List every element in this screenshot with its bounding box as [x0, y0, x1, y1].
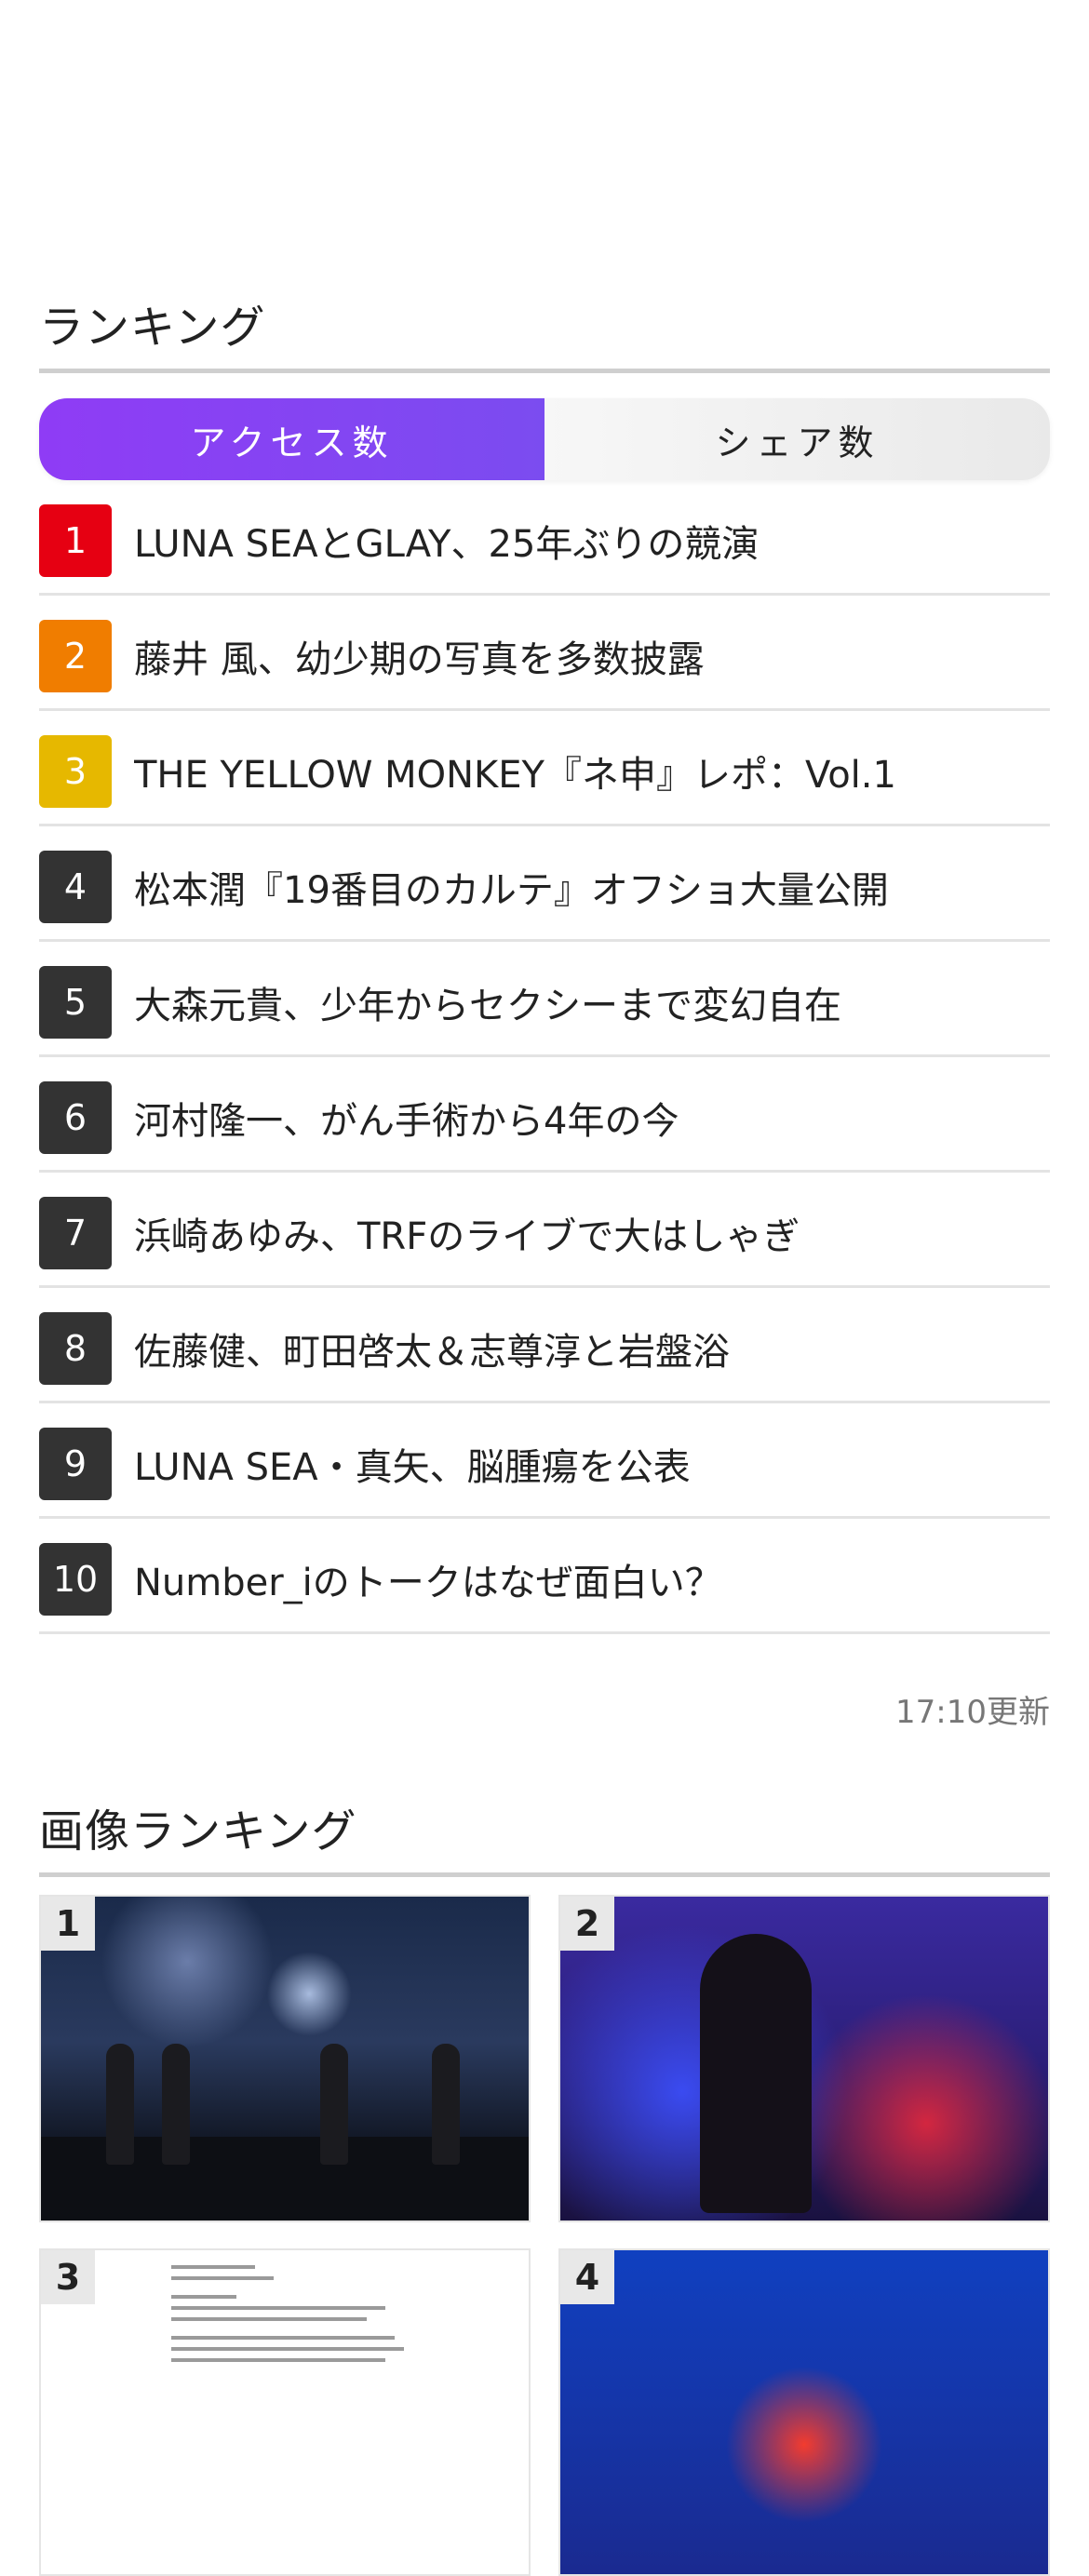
- image-rank-badge: 4: [560, 2250, 614, 2304]
- ranking-item-title: 藤井 風、幼少期の写真を多数披露: [134, 637, 705, 681]
- rank-number-badge: 7: [39, 1196, 112, 1269]
- ranking-item-title: Number_iのトークはなぜ面白い？: [134, 1561, 722, 1604]
- rank-number-badge: 5: [39, 965, 112, 1039]
- ranking-item[interactable]: 7 浜崎あゆみ、TRFのライブで大はしゃぎ: [39, 1173, 1050, 1288]
- image-card[interactable]: 2: [558, 1895, 1050, 2222]
- image-card[interactable]: 1: [39, 1895, 531, 2222]
- tab-access-count[interactable]: アクセス数: [39, 398, 544, 480]
- document-photo-image: [41, 2250, 529, 2574]
- rank-number-badge: 4: [39, 850, 112, 923]
- image-card[interactable]: 3: [39, 2248, 531, 2576]
- ranking-item[interactable]: 10 Number_iのトークはなぜ面白い？: [39, 1519, 1050, 1634]
- ranking-item-title: LUNA SEA・真矢、脳腫瘍を公表: [134, 1445, 691, 1489]
- ranking-item[interactable]: 1 LUNA SEAとGLAY、25年ぶりの競演: [39, 480, 1050, 596]
- ranking-list: 1 LUNA SEAとGLAY、25年ぶりの競演 2 藤井 風、幼少期の写真を多数披露…: [39, 480, 1050, 1634]
- image-rank-badge: 3: [41, 2250, 95, 2304]
- ranking-item[interactable]: 9 LUNA SEA・真矢、脳腫瘍を公表: [39, 1403, 1050, 1519]
- concert-photo-image: [41, 1897, 529, 2220]
- ranking-title: ランキング: [39, 290, 1050, 373]
- image-ranking-title: 画像ランキング: [39, 1794, 1050, 1877]
- ranking-item[interactable]: 4 松本潤『19番目のカルテ』オフショ大量公開: [39, 826, 1050, 942]
- updated-time: 17:10更新: [895, 1694, 1050, 1731]
- ranking-item[interactable]: 5 大森元貴、少年からセクシーまで変幻自在: [39, 942, 1050, 1057]
- rank-number-badge: 9: [39, 1427, 112, 1500]
- ranking-item-title: 佐藤健、町田啓太＆志尊淳と岩盤浴: [134, 1330, 730, 1374]
- rank-number-badge: 10: [39, 1542, 112, 1616]
- ranking-item-title: 大森元貴、少年からセクシーまで変幻自在: [134, 984, 841, 1027]
- singer-photo-image: [560, 1897, 1048, 2220]
- rank-number-badge: 2: [39, 619, 112, 692]
- performer-photo-image: [560, 2250, 1048, 2574]
- tab-share-count[interactable]: シェア数: [544, 398, 1050, 480]
- ranking-item[interactable]: 8 佐藤健、町田啓太＆志尊淳と岩盤浴: [39, 1288, 1050, 1403]
- ranking-item-title: 河村隆一、がん手術から4年の今: [134, 1099, 679, 1143]
- rank-number-badge: 1: [39, 503, 112, 577]
- ranking-item[interactable]: 3 THE YELLOW MONKEY『ネ申』レポ：Vol.1: [39, 711, 1050, 826]
- image-rank-badge: 1: [41, 1897, 95, 1951]
- ranking-item-title: 浜崎あゆみ、TRFのライブで大はしゃぎ: [134, 1214, 800, 1258]
- ranking-item[interactable]: 6 河村隆一、がん手術から4年の今: [39, 1057, 1050, 1173]
- ranking-item[interactable]: 2 藤井 風、幼少期の写真を多数披露: [39, 596, 1050, 711]
- image-rank-badge: 2: [560, 1897, 614, 1951]
- ranking-item-title: 松本潤『19番目のカルテ』オフショ大量公開: [134, 868, 889, 912]
- image-card[interactable]: 4: [558, 2248, 1050, 2576]
- rank-number-badge: 6: [39, 1080, 112, 1154]
- rank-number-badge: 8: [39, 1311, 112, 1385]
- rank-number-badge: 3: [39, 734, 112, 808]
- ranking-item-title: THE YELLOW MONKEY『ネ申』レポ：Vol.1: [134, 753, 896, 797]
- ranking-tabs: アクセス数 シェア数: [39, 398, 1050, 480]
- ranking-item-title: LUNA SEAとGLAY、25年ぶりの競演: [134, 522, 760, 566]
